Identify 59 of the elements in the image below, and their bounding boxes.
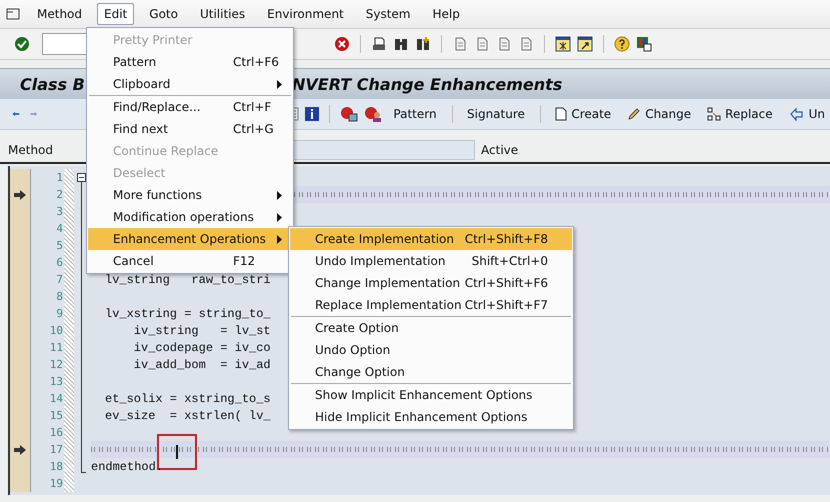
code-line: iv_string = lv_st [132,324,271,338]
line-number: 19 [48,476,63,492]
toolbar-button[interactable]: Replace [702,105,778,123]
line-number: 2 [55,187,63,203]
toolbar-button[interactable]: Signature [462,105,530,123]
menu-item[interactable]: Method [30,3,90,25]
code-line: et_solix = xstring_to_s [104,392,271,406]
menu-item[interactable]: Help [426,3,467,25]
line-number: 10 [48,323,63,339]
line-number: 18 [48,459,63,475]
menu-item[interactable]: Environment [260,3,351,25]
menu-item[interactable]: Utilities [192,3,252,25]
line-number: 9 [55,306,63,322]
menu-item[interactable]: System [358,3,418,25]
line-number: 4 [55,221,63,237]
code-line: iv_codepage = iv_co [132,340,271,354]
field-label: Method [8,143,54,157]
line-number: 5 [55,238,63,254]
line-number: 3 [55,204,63,220]
line-number: 7 [55,272,63,288]
toolbar-button[interactable]: Pattern [388,105,442,123]
menu-item[interactable]: Change Option [290,361,572,383]
menu-item[interactable]: Create Option [290,317,572,339]
line-number: 14 [48,391,63,407]
menu-item[interactable]: Find next Ctrl+G [88,118,292,140]
line-number: 6 [55,255,63,271]
menu-item[interactable]: Goto [142,3,185,25]
toolbar-button[interactable]: Change [622,105,696,123]
line-number: 12 [48,357,63,373]
menu-item[interactable]: Undo Implementation Shift+Ctrl+0 [290,250,572,272]
menu-item[interactable]: Cancel F12 [88,250,292,272]
menu-item[interactable]: Modification operations [88,206,292,228]
line-number: 1 [55,170,63,186]
code-line: lv_string raw_to_stri [104,272,271,286]
line-number: 8 [55,289,63,305]
toolbar-button[interactable]: Create [550,105,616,123]
status-text: Active [481,143,518,157]
menu-item[interactable]: Clipboard [88,73,292,95]
code-line: lv_xstring = string_to_ [104,306,271,320]
menu-item[interactable]: Show Implicit Enhancement Options [290,384,572,406]
line-number: 13 [48,374,63,390]
menu-item[interactable]: Find/Replace... Ctrl+F [88,96,292,118]
toolbar-button[interactable]: Un [784,105,830,123]
code-line: iv_add_bom = iv_ad [132,358,271,372]
menu-item[interactable]: Pattern Ctrl+F6 [88,51,292,73]
menu-item[interactable]: Hide Implicit Enhancement Options [290,406,572,428]
menu-item[interactable]: Change Implementation Ctrl+Shift+F6 [290,272,572,294]
line-number: 11 [48,340,63,356]
window-title: Class B [19,74,85,94]
menu-item[interactable]: Edit [97,3,134,25]
menu-item[interactable]: Create Implementation Ctrl+Shift+F8 [290,228,572,250]
menu-item[interactable]: Undo Option [290,339,572,361]
line-number: 17 [48,442,63,458]
line-number: 15 [48,408,63,424]
menu-item[interactable]: More functions [88,184,292,206]
menu-item[interactable]: Replace Implementation Ctrl+Shift+F7 [290,294,572,316]
window-title: NVERT Change Enhancements [292,74,562,94]
line-number: 16 [48,425,63,441]
code-line: ev_size = xstrlen( lv_ [104,408,271,422]
